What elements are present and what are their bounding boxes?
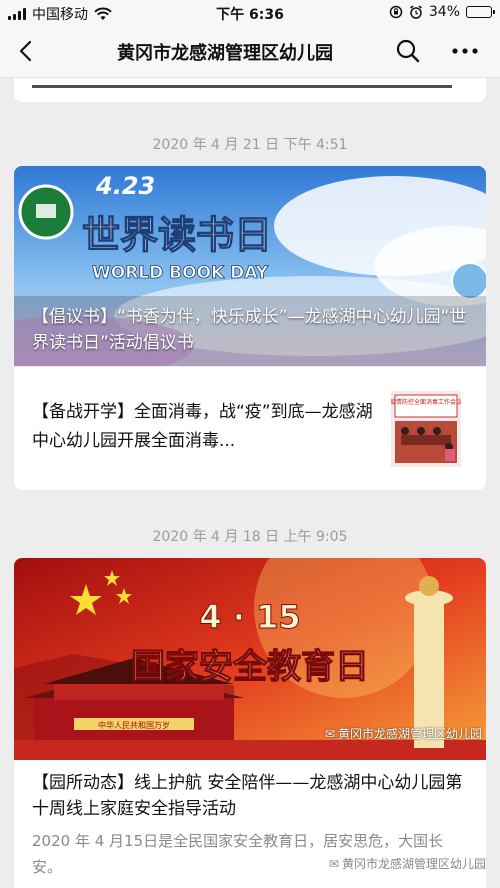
- nav-bar: 黄冈市龙感湖管理区幼儿园: [0, 26, 500, 78]
- gate-sign: 中华人民共和国万岁: [98, 720, 170, 730]
- status-bar: 中国移动 下午 6:36 34%: [0, 0, 500, 26]
- battery-percent: 34%: [428, 4, 460, 20]
- page-watermark: ✉ 黄冈市龙感湖管理区幼儿园: [328, 856, 486, 872]
- banner-title: 国家安全教育日: [131, 647, 369, 687]
- sub-article-title: 【备战开学】全面消毒，战“疫”到底—龙感湖中心幼儿园开展全面消毒...: [32, 402, 373, 451]
- previous-card-text-fragment: [32, 78, 452, 88]
- back-icon[interactable]: [12, 36, 42, 66]
- article-card: 4.23 世界读书日 WORLD BOOK DAY 【倡议书】“书香为伴，快乐成…: [14, 166, 486, 490]
- sub-article-thumbnail: 疫情防控全面消毒工作会议: [391, 391, 461, 467]
- banner-date: 4 · 15: [199, 598, 300, 636]
- search-icon[interactable]: [394, 37, 422, 65]
- hero-caption: 【倡议书】“书香为伴，快乐成长”—龙感湖中心幼儿园“世界读书日”活动倡议书: [32, 307, 467, 353]
- banner-title: 世界读书日: [82, 213, 272, 257]
- more-icon[interactable]: [448, 37, 482, 65]
- alarm-icon: [409, 5, 422, 19]
- article-title: 【园所动态】线上护航 安全陪伴——龙感湖中心幼儿园第十周线上家庭安全指导活动: [32, 773, 463, 819]
- thumbnail-banner-text: 疫情防控全面消毒工作会议: [391, 398, 461, 406]
- hero-article[interactable]: 4.23 世界读书日 WORLD BOOK DAY 【倡议书】“书香为伴，快乐成…: [14, 166, 486, 366]
- article-description: 2020 年 4 月15日是全民国家安全教育日，居安思危，大国长安。: [32, 832, 444, 876]
- hero-watermark: ✉ 黄冈市龙感湖管理区幼儿园: [324, 726, 482, 742]
- status-right: 34%: [389, 4, 495, 20]
- article-card[interactable]: 中华人民共和国万岁 4 · 15 国家安全教育日 ✉ 黄冈市龙感湖管理区幼儿园 …: [14, 558, 486, 888]
- previous-card-bottom[interactable]: [14, 78, 486, 102]
- page-title: 黄冈市龙感湖管理区幼儿园: [117, 43, 333, 64]
- globe-icon: [451, 262, 486, 300]
- rotation-lock-icon: [389, 5, 403, 19]
- sub-article[interactable]: 【备战开学】全面消毒，战“疫”到底—龙感湖中心幼儿园开展全面消毒... 疫情防控…: [14, 366, 486, 490]
- wechat-icon: ✉: [324, 726, 335, 741]
- hero-article: 中华人民共和国万岁 4 · 15 国家安全教育日 ✉ 黄冈市龙感湖管理区幼儿园: [14, 558, 486, 760]
- wechat-icon: ✉: [328, 856, 339, 871]
- banner-subtitle: WORLD BOOK DAY: [92, 263, 269, 283]
- banner-date: 4.23: [95, 172, 155, 200]
- battery-icon: [466, 6, 495, 18]
- timestamp: 2020 年 4 月 21 日 下午 4:51: [152, 137, 348, 153]
- timestamp: 2020 年 4 月 18 日 上午 9:05: [152, 529, 348, 545]
- lion-statue-icon: [419, 576, 439, 596]
